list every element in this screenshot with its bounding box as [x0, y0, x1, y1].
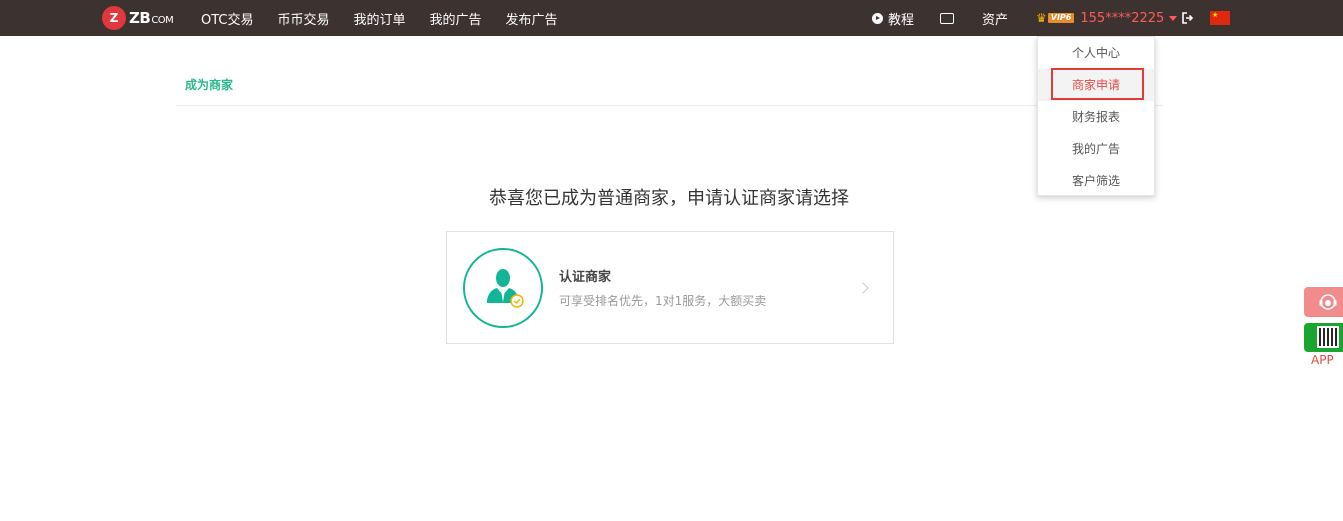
merchant-user-icon — [487, 269, 524, 308]
logo-text: ZBCOM — [129, 9, 174, 27]
menu-item-my-ads[interactable]: 我的广告 — [1038, 133, 1154, 165]
app-label[interactable]: APP — [1311, 353, 1334, 367]
app-qr-button[interactable] — [1304, 323, 1343, 352]
user-dropdown-menu: 个人中心 商家申请 财务报表 我的广告 客户筛选 — [1037, 36, 1155, 196]
menu-item-merchant-apply[interactable]: 商家申请 — [1038, 69, 1154, 101]
customer-service-button[interactable] — [1304, 287, 1343, 317]
china-flag-icon[interactable]: ★ — [1210, 11, 1230, 25]
nav-coin-trade[interactable]: 币币交易 — [278, 9, 330, 28]
card-title: 认证商家 — [559, 270, 612, 285]
chat-bubble-icon — [940, 12, 954, 24]
user-menu-toggle[interactable]: ♛ VIP6 155****2225 — [1036, 0, 1178, 36]
certified-merchant-card[interactable]: 认证商家 可享受排名优先，1对1服务，大额买卖 — [446, 231, 894, 344]
tutorial-link[interactable]: 教程 — [872, 0, 914, 36]
card-description: 可享受排名优先，1对1服务，大额买卖 — [559, 294, 767, 308]
caret-down-icon — [1169, 16, 1178, 21]
menu-item-profile[interactable]: 个人中心 — [1038, 37, 1154, 69]
assets-link[interactable]: 资产 — [982, 0, 1008, 36]
headset-icon — [1319, 294, 1337, 310]
vip-level: VIP6 — [1047, 13, 1075, 23]
qr-code-icon — [1317, 326, 1339, 348]
breadcrumb-divider — [176, 105, 1163, 106]
nav-my-ads[interactable]: 我的广告 — [430, 9, 482, 28]
crown-icon: ♛ — [1036, 11, 1047, 25]
flag-star-icon: ★ — [1212, 11, 1219, 19]
zb-logo[interactable]: Z ZBCOM — [102, 6, 174, 30]
merchant-avatar-circle — [463, 248, 543, 328]
logo-domain: COM — [151, 15, 174, 26]
user-phone: 155****2225 — [1080, 10, 1165, 26]
tutorial-label: 教程 — [888, 12, 915, 28]
menu-item-financial-report[interactable]: 财务报表 — [1038, 101, 1154, 133]
messages-button[interactable] — [940, 0, 954, 36]
logout-button[interactable] — [1182, 0, 1194, 36]
logout-icon — [1182, 12, 1194, 24]
vip-badge: ♛ VIP6 — [1036, 11, 1075, 25]
chevron-right-icon — [857, 282, 869, 294]
nav-otc-trade[interactable]: OTC交易 — [201, 9, 254, 28]
menu-item-customer-filter[interactable]: 客户筛选 — [1038, 165, 1154, 197]
nav-post-ad[interactable]: 发布广告 — [506, 9, 558, 28]
main-nav: OTC交易 币币交易 我的订单 我的广告 发布广告 — [201, 0, 582, 36]
play-icon — [872, 12, 883, 24]
qr-pattern — [1319, 328, 1337, 346]
top-navbar: Z ZBCOM OTC交易 币币交易 我的订单 我的广告 发布广告 教程 资产 … — [0, 0, 1343, 36]
assets-label: 资产 — [982, 12, 1009, 28]
logo-badge-icon: Z — [102, 6, 126, 30]
breadcrumb: 成为商家 — [185, 78, 234, 92]
nav-my-orders[interactable]: 我的订单 — [354, 9, 406, 28]
logo-wordmark: ZB — [129, 9, 151, 27]
